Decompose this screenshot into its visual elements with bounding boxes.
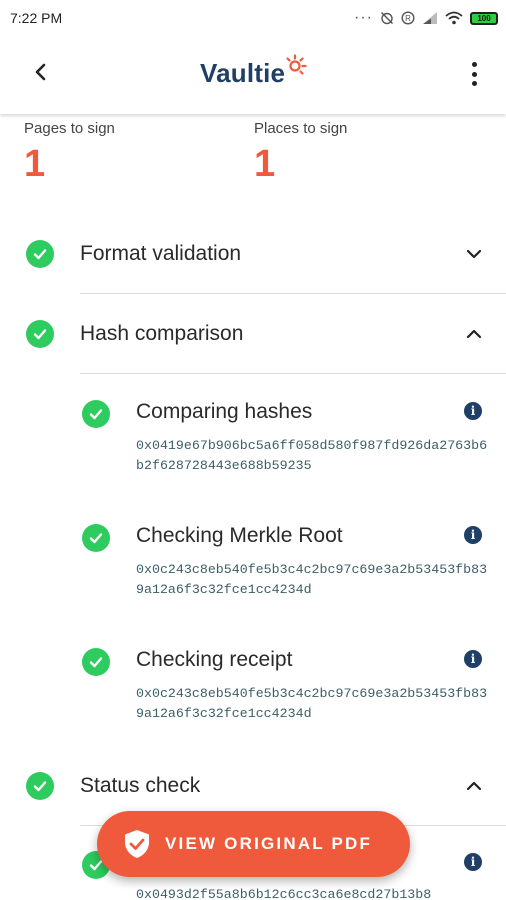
hash-item-checking-receipt: Checking receipt i 0x0c243c8eb540fe5b3c4… [0,632,506,756]
pages-to-sign-label: Pages to sign [24,120,115,137]
app-bar: Vaultie [0,36,506,114]
info-icon[interactable]: i [464,526,482,544]
places-to-sign-label: Places to sign [254,120,348,137]
info-icon[interactable]: i [464,402,482,420]
status-bar: 7:22 PM ··· R 100 [0,0,506,36]
status-icons: ··· R 100 [354,9,498,26]
menu-dot-icon [471,71,477,77]
vaultie-logo: Vaultie [200,54,307,89]
check-circle-icon [82,524,110,552]
hash-value: 0x0c243c8eb540fe5b3c4c2bc97c69e3a2b53453… [136,562,488,597]
back-arrow-icon [35,63,46,81]
pages-to-sign-stat: Pages to sign 1 [24,120,115,186]
places-to-sign-value: 1 [254,143,276,185]
hash-item-title: Comparing hashes [136,400,313,423]
battery-icon: 100 [470,11,498,25]
shield-check-icon [125,830,149,858]
info-icon[interactable]: i [464,650,482,668]
view-original-pdf-label: VIEW ORIGINAL PDF [165,834,373,853]
hash-value: 0x0419e67b906bc5a6ff058d580f987fd926da27… [136,438,488,473]
hash-item-comparing-hashes: Comparing hashes i 0x0419e67b906bc5a6ff0… [0,384,506,508]
section-title: Hash comparison [80,322,244,345]
alarm-off-icon [381,12,393,25]
section-title: Status check [80,774,201,797]
logo-text: Vaultie [200,58,286,88]
signal-icon [423,12,437,24]
menu-dot-icon [471,81,477,86]
check-circle-icon [26,772,54,800]
chevron-down-icon[interactable] [464,244,484,264]
section-format-validation[interactable]: Format validation [0,214,506,294]
wifi-icon [445,11,463,25]
menu-dot-icon [471,62,477,67]
section-hash-comparison[interactable]: Hash comparison [0,294,506,374]
chevron-up-icon[interactable] [464,776,484,796]
registered-icon: R [401,11,415,25]
view-original-pdf-button[interactable]: VIEW ORIGINAL PDF [97,811,410,877]
check-circle-icon [82,400,110,428]
places-to-sign-stat: Places to sign 1 [254,120,347,186]
section-title: Format validation [80,242,242,265]
hash-item-merkle-root: Checking Merkle Root i 0x0c243c8eb540fe5… [0,508,506,632]
hash-value: 0x0493d2f55a8b6b12c6cc3ca6e8cd27b13b8 [136,887,432,900]
check-circle-icon [26,320,54,348]
check-circle-icon [26,240,54,268]
signing-stats: Pages to sign 1 Places to sign 1 [0,114,506,204]
hash-item-title: Checking Merkle Root [136,524,343,547]
svg-text:R: R [405,14,411,23]
back-button[interactable] [28,60,52,84]
chevron-up-icon[interactable] [464,324,484,344]
more-notifications-icon: ··· [354,9,373,26]
info-icon[interactable]: i [464,853,482,871]
check-circle-icon [82,648,110,676]
more-options-button[interactable] [462,60,486,88]
divider [80,373,506,374]
status-time: 7:22 PM [10,10,63,26]
pages-to-sign-value: 1 [24,143,46,185]
logo-sun-icon [286,54,307,75]
hash-item-title: Checking receipt [136,648,293,671]
hash-value: 0x0c243c8eb540fe5b3c4c2bc97c69e3a2b53453… [136,686,488,721]
